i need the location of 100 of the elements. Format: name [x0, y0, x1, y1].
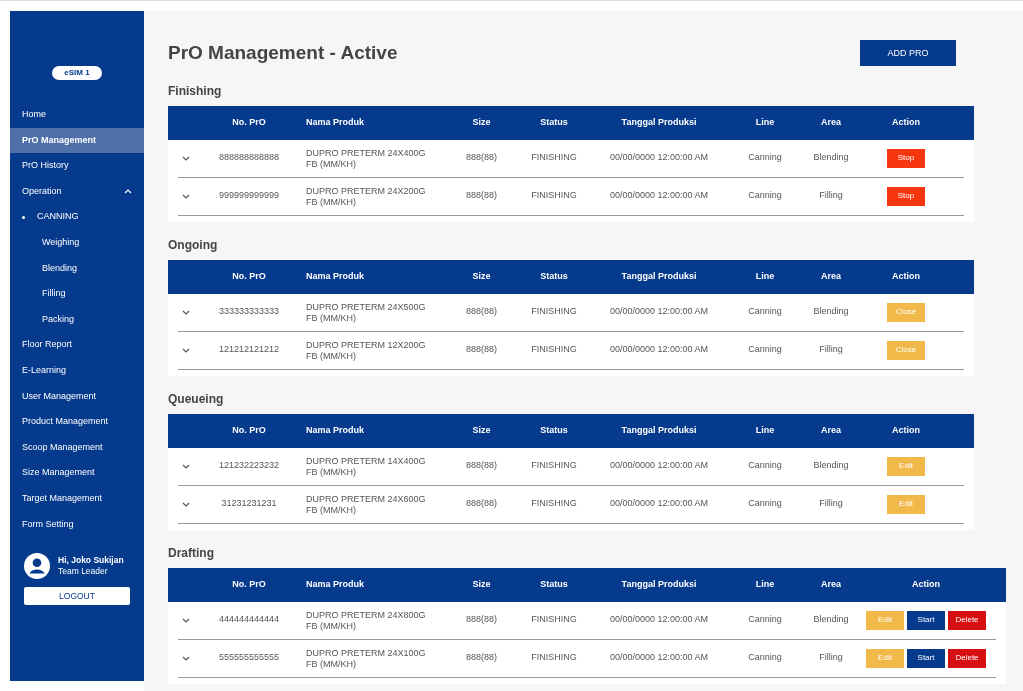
sidebar-item[interactable]: PrO Management — [10, 127, 144, 154]
table-cell: 888(88) — [466, 652, 497, 663]
sidebar-item[interactable]: Size Management — [10, 460, 144, 486]
sidebar-item[interactable]: Product Management — [10, 409, 144, 435]
stop-button[interactable]: Stop — [887, 148, 925, 168]
column-header: Line — [755, 578, 775, 589]
table-cell: 888(88) — [466, 460, 497, 471]
table-cell: 121212121212 — [218, 344, 280, 355]
table-cell: Canning — [748, 306, 782, 317]
sidebar-item[interactable]: Floor Report — [10, 332, 144, 358]
table-cell: 00/00/0000 12:00:00 AM — [609, 498, 709, 509]
table-cell: Canning — [748, 190, 782, 201]
table-cell: FINISHING — [531, 652, 577, 663]
table-cell: FINISHING — [531, 306, 577, 317]
sidebar-item[interactable]: Scoop Management — [10, 434, 144, 461]
section-title: Drafting — [168, 544, 215, 562]
table-cell: FINISHING — [531, 152, 577, 163]
delete-button[interactable]: Delete — [948, 610, 986, 630]
start-button[interactable]: Start — [907, 648, 945, 668]
page-title: PrO Management - Active — [168, 41, 398, 65]
environment-badge: eSIM 1 — [52, 66, 102, 80]
column-header: Nama Produk — [306, 578, 365, 589]
sidebar-item[interactable]: Operation — [10, 178, 144, 205]
column-header: Action — [892, 424, 920, 435]
table-cell: 00/00/0000 12:00:00 AM — [609, 460, 709, 471]
table-cell: Filling — [819, 498, 843, 509]
logout-button[interactable]: LOGOUT — [24, 587, 130, 606]
column-header: Tanggal Produksi — [621, 578, 697, 589]
column-header: Nama Produk — [306, 424, 365, 435]
table-cell: Canning — [748, 460, 782, 471]
table-cell: 888(88) — [466, 614, 497, 625]
sidebar-item[interactable]: CANNING — [10, 204, 144, 230]
table-cell: FINISHING — [531, 614, 577, 625]
column-header: Area — [821, 424, 841, 435]
table-cell: Blending — [813, 152, 849, 163]
table-cell-text: DUPRO PRETERM 24X800G FB (MM/KH) — [306, 609, 427, 632]
stop-button[interactable]: Stop — [887, 186, 925, 206]
table-cell-text: DUPRO PRETERM 24X600G FB (MM/KH) — [306, 493, 427, 516]
sidebar-item[interactable]: Blending — [10, 255, 144, 282]
section-title: Ongoing — [168, 236, 219, 254]
column-header: Nama Produk — [306, 116, 365, 127]
delete-button[interactable]: Delete — [948, 648, 986, 668]
table-cell: Blending — [813, 460, 849, 471]
section-title: Queueing — [168, 390, 225, 408]
sidebar-item[interactable]: Filling — [10, 281, 144, 307]
table-cell: 888(88) — [466, 498, 497, 509]
column-header: Tanggal Produksi — [621, 270, 697, 281]
table-cell: 121232223232 — [218, 460, 280, 471]
column-header: Area — [821, 270, 841, 281]
table-cell: Canning — [748, 344, 782, 355]
table-cell: Filling — [819, 652, 843, 663]
table-cell-text: DUPRO PRETERM 24X100G FB (MM/KH) — [306, 647, 427, 670]
column-header: Line — [755, 116, 775, 127]
column-header: No. PrO — [232, 116, 266, 127]
table-cell: 444444444444 — [218, 614, 280, 625]
table-cell: Canning — [748, 652, 782, 663]
table-cell: 888(88) — [466, 344, 497, 355]
table-cell: Canning — [748, 614, 782, 625]
table-cell: 31231231231 — [221, 498, 277, 509]
column-header: Area — [821, 116, 841, 127]
section-title: Finishing — [168, 82, 223, 100]
table-cell: 333333333333 — [218, 306, 280, 317]
column-header: Line — [755, 270, 775, 281]
add-pro-button[interactable]: ADD PRO — [860, 40, 956, 67]
column-header: Action — [892, 116, 920, 127]
user-avatar-icon — [24, 553, 50, 580]
column-header: Action — [892, 270, 920, 281]
start-button[interactable]: Start — [907, 610, 945, 630]
table-cell: 00/00/0000 12:00:00 AM — [609, 652, 709, 663]
table-cell: 888888888888 — [218, 152, 280, 163]
sidebar-item[interactable]: PrO History — [10, 153, 144, 179]
table-cell: Blending — [813, 614, 849, 625]
bullet-icon — [22, 215, 25, 219]
table-cell: FINISHING — [531, 460, 577, 471]
sidebar-item[interactable]: User Management — [10, 383, 144, 410]
sidebar-item[interactable]: Form Setting — [10, 511, 144, 538]
sidebar-item[interactable]: E-Learning — [10, 357, 144, 384]
table-cell: Canning — [748, 498, 782, 509]
sidebar-item[interactable]: Home — [10, 102, 144, 128]
table-cell: 555555555555 — [218, 652, 280, 663]
table-cell: 999999999999 — [218, 190, 280, 201]
column-header: Size — [472, 116, 491, 127]
sidebar-item[interactable]: Packing — [10, 306, 144, 333]
column-header: Tanggal Produksi — [621, 424, 697, 435]
column-header: Action — [912, 578, 940, 589]
user-greeting: Hi, Joko Sukijan — [58, 555, 124, 567]
table-cell: FINISHING — [531, 498, 577, 509]
column-header: No. PrO — [232, 270, 266, 281]
table-cell-text: DUPRO PRETERM 14X400G FB (MM/KH) — [306, 455, 427, 478]
table-cell: 00/00/0000 12:00:00 AM — [609, 190, 709, 201]
table-cell: 00/00/0000 12:00:00 AM — [609, 152, 709, 163]
column-header: Tanggal Produksi — [621, 116, 697, 127]
table-cell: Filling — [819, 190, 843, 201]
table-cell: FINISHING — [531, 190, 577, 201]
table-cell-text: DUPRO PRETERM 24X200G FB (MM/KH) — [306, 185, 427, 208]
sidebar-item[interactable]: Weighing — [10, 229, 144, 256]
column-header: Nama Produk — [306, 270, 365, 281]
table-cell: 888(88) — [466, 190, 497, 201]
sidebar-item[interactable]: Target Management — [10, 485, 144, 512]
column-header: Line — [755, 424, 775, 435]
